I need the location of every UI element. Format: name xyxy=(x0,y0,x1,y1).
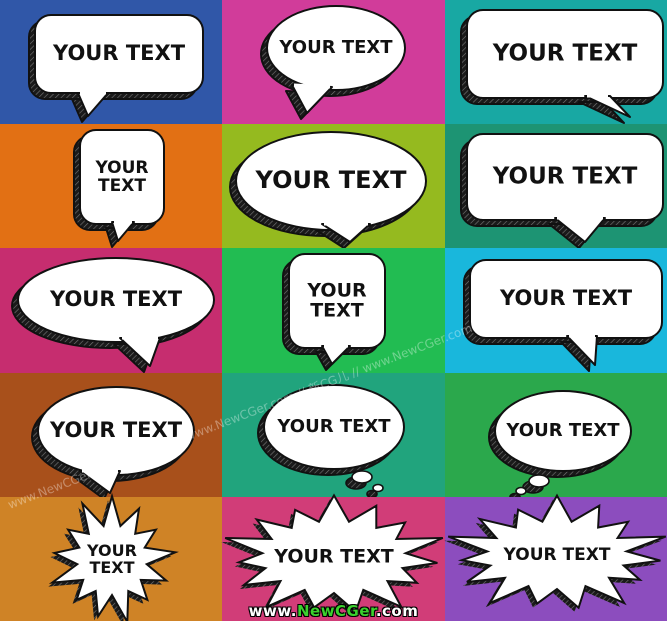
bubble-cell: YOUR TEXT xyxy=(445,124,667,249)
speech-bubble-board: YOUR TEXT YOUR TEXT YOUR TEXT YOUR TEXT YOUR … xyxy=(0,0,667,621)
bubble-cell: YOUR TEXT xyxy=(222,373,445,499)
bubble-text: YOUR TEXT xyxy=(278,37,393,58)
footer-watermark: www.NewCGer.com xyxy=(0,602,667,620)
bubble-text: YOUR TEXT xyxy=(503,545,611,565)
bubble-text: YOUR TEXT xyxy=(505,420,620,441)
bubble-text-line: TEXT xyxy=(98,176,146,196)
bubble-cell: YOUR TEXT xyxy=(445,0,667,124)
bubble-text-line: YOUR xyxy=(306,280,367,302)
bubble-text-line: TEXT xyxy=(310,299,364,321)
bubble-text: YOUR TEXT xyxy=(492,41,638,67)
bubble-cell: YOUR TEXT xyxy=(0,248,222,373)
bubble-text: YOUR TEXT xyxy=(52,41,186,65)
bubble-text: YOUR TEXT xyxy=(276,416,391,437)
bubble-text: YOUR TEXT xyxy=(255,166,408,194)
speech-bubble-grid: YOUR TEXT YOUR TEXT YOUR TEXTYOURTEXT YOUR … xyxy=(0,0,667,621)
bubble-cell: YOUR TEXT xyxy=(445,373,667,502)
footer-watermark-suffix: .com xyxy=(375,602,419,620)
bubble-text: YOUR TEXT xyxy=(49,287,183,311)
bubble-cell: YOUR TEXT xyxy=(0,0,222,124)
bubble-cell: YOUR TEXT xyxy=(222,0,445,124)
bubble-text: YOUR TEXT xyxy=(273,546,393,568)
bubble-text-line: TEXT xyxy=(89,558,134,577)
footer-watermark-brand: NewCGer xyxy=(296,602,376,620)
bubble-text: YOUR TEXT xyxy=(492,164,638,190)
footer-watermark-prefix: www. xyxy=(248,602,297,620)
bubble-cell: YOUR TEXT xyxy=(222,124,445,249)
bubble-cell: YOURTEXT xyxy=(0,124,222,248)
bubble-cell: YOUR TEXT xyxy=(445,248,667,373)
